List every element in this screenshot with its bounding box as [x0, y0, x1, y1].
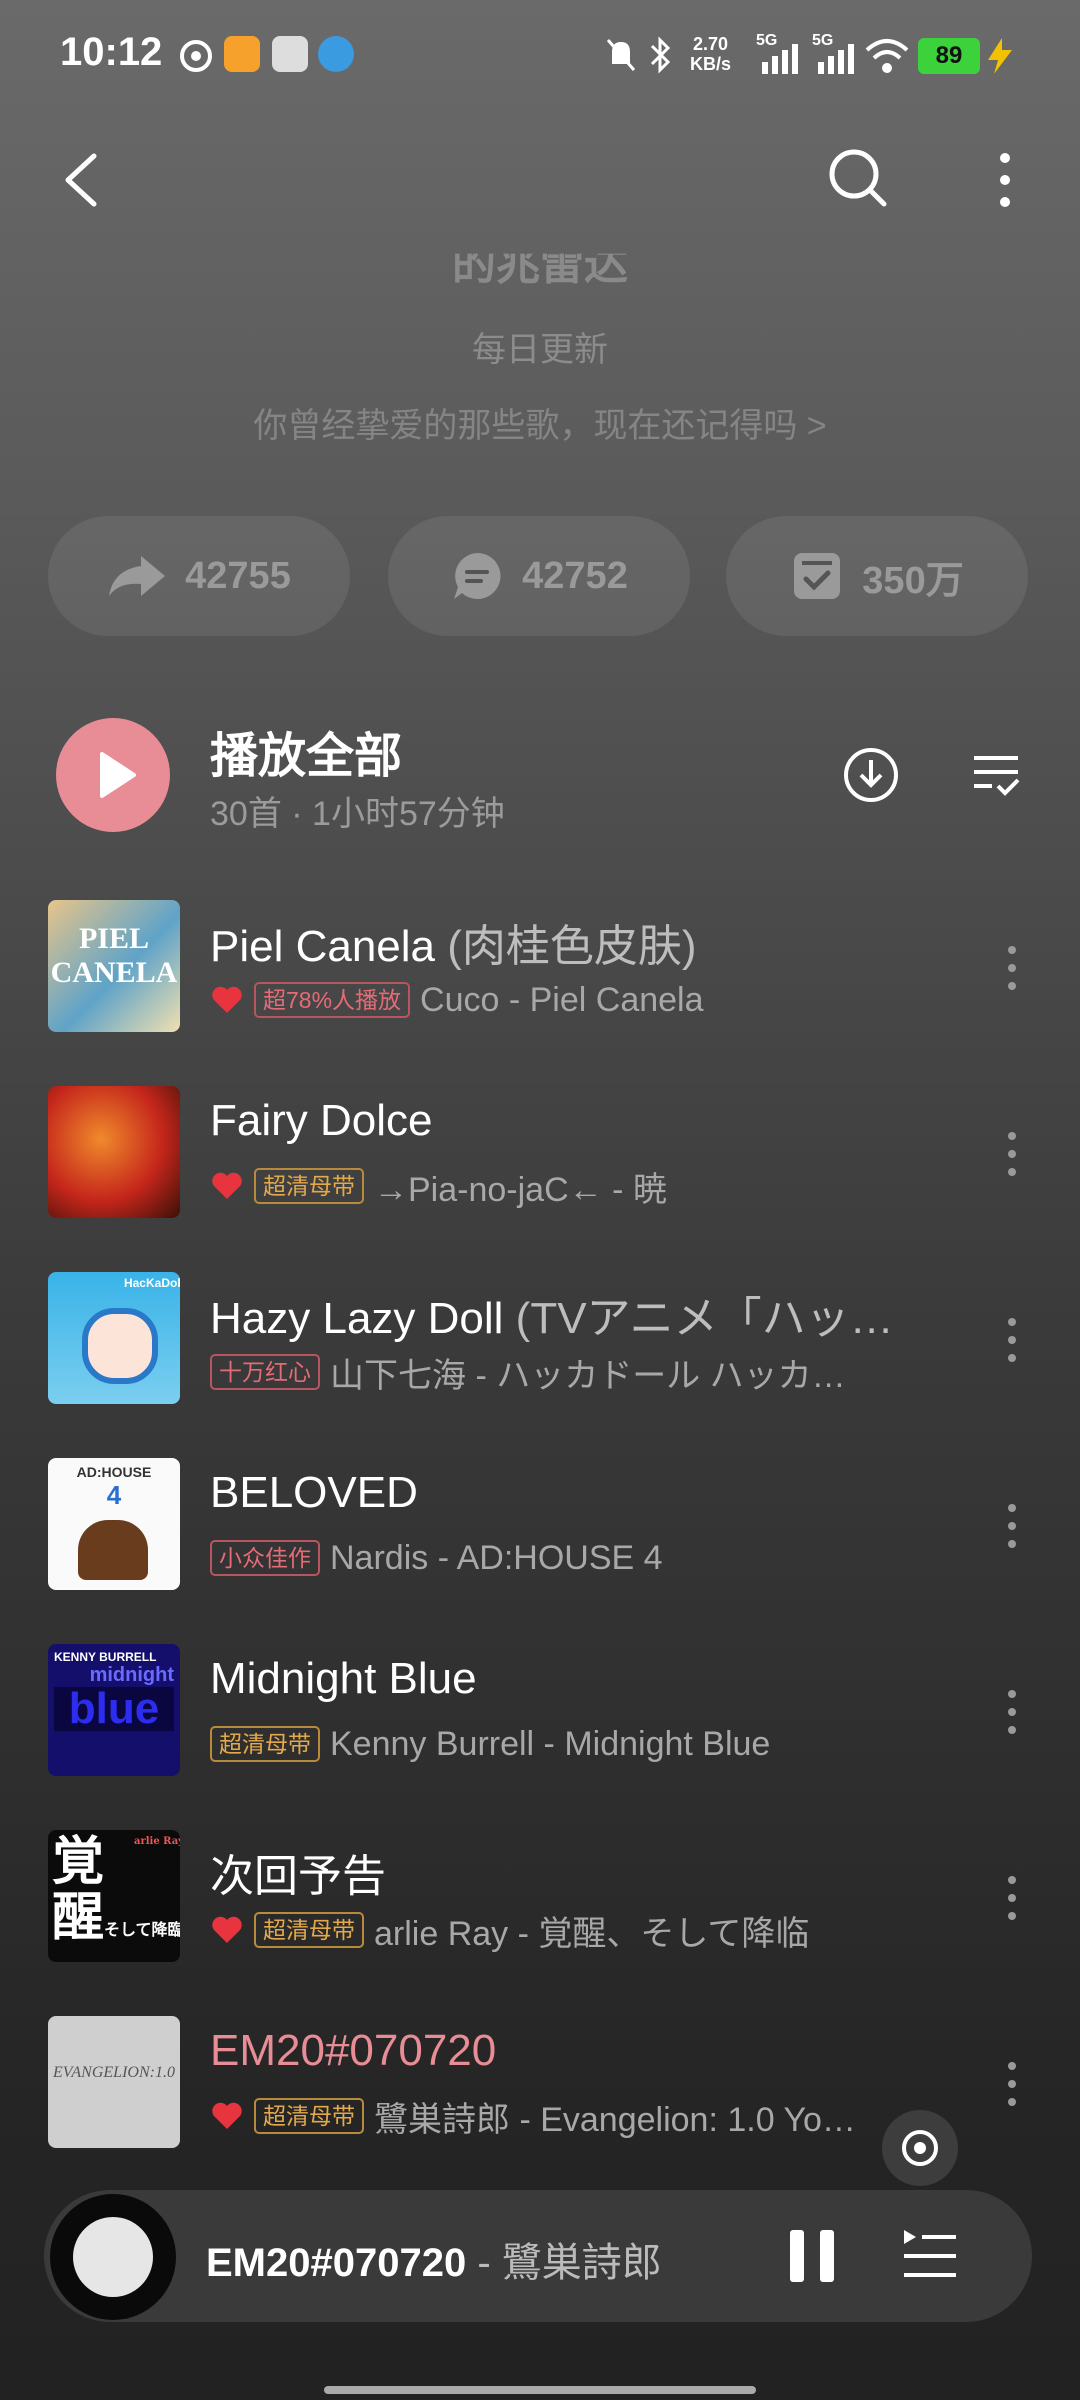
play-all-label[interactable]: 播放全部: [210, 716, 402, 786]
song-artist-album: Kenny Burrell - Midnight Blue: [330, 1724, 771, 1763]
mini-player-track[interactable]: EM20#070720 - 鷺巣詩郎: [206, 2230, 662, 2288]
app-notification-icon-2: [318, 36, 354, 72]
song-title: Midnight Blue: [210, 1654, 477, 1703]
song-artist-album: 鷺巣詩郎 - Evangelion: 1.0 Yo…: [374, 2100, 856, 2139]
song-more-icon[interactable]: [1000, 1310, 1024, 1370]
mini-player-cover: [73, 2217, 153, 2297]
quality-badge: 小众佳作: [210, 1540, 320, 1576]
play-all-meta: 30首 · 1小时57分钟: [210, 795, 505, 833]
song-title: 次回予告: [210, 1852, 386, 1901]
song-title: Fairy Dolce: [210, 1096, 433, 1145]
song-title: Hazy Lazy Doll (TVアニメ「ハッ…: [210, 1294, 894, 1343]
song-more-icon[interactable]: [1000, 1124, 1024, 1184]
song-title: BELOVED: [210, 1468, 418, 1517]
quality-badge: 超清母带: [254, 1168, 364, 1204]
quality-badge: 十万红心: [210, 1354, 320, 1390]
song-artist-album: 山下七海 - ハッカドール ハッカ…: [330, 1356, 846, 1395]
song-artist-album: →Pia-no-jaC← - 暁: [374, 1170, 667, 1209]
wifi-icon: [865, 39, 909, 73]
song-meta: 小众佳作 Nardis - AD:HOUSE 4: [210, 1536, 890, 1580]
back-arrow-icon[interactable]: [56, 150, 106, 210]
playlist-description[interactable]: 你曾经挚爱的那些歌，现在还记得吗 >: [0, 398, 1080, 447]
quality-badge: 超78%人播放: [254, 982, 411, 1018]
song-row[interactable]: 覚醒そして降臨 arlie Ray 次回予告超清母带 arlie Ray - 覚醒、そ…: [0, 1800, 1080, 1986]
song-meta: 超清母带 arlie Ray - 覚醒、そして降临: [210, 1908, 890, 1952]
app-notification-icon: [224, 36, 260, 72]
song-row[interactable]: PIEL CANELA Piel Canela (肉桂色皮肤) 超78%人播放 Cuco…: [0, 870, 1080, 1056]
status-bar: 10:12 2.70 KB/s 5G 5G 89: [0, 0, 1080, 110]
liked-heart-icon: [212, 1916, 242, 1943]
share-icon: [109, 556, 166, 596]
collect-icon: [794, 553, 841, 599]
charging-icon: [988, 38, 1012, 74]
multi-select-icon[interactable]: [970, 750, 1022, 800]
song-cover: AD:HOUSE 4: [48, 1458, 180, 1590]
locate-playing-button[interactable]: [882, 2110, 958, 2186]
song-title: EM20#070720: [210, 2026, 497, 2075]
song-cover: HacKaDoll: [48, 1272, 180, 1404]
liked-heart-icon: [212, 986, 242, 1013]
song-more-icon[interactable]: [1000, 1496, 1024, 1556]
playlist-queue-icon[interactable]: [900, 2226, 960, 2284]
mute-icon: [606, 39, 636, 71]
song-more-icon[interactable]: [1000, 1868, 1024, 1928]
song-cover: 覚醒そして降臨 arlie Ray: [48, 1830, 180, 1962]
song-title: Piel Canela (肉桂色皮肤): [210, 922, 697, 971]
home-indicator[interactable]: [324, 2386, 756, 2394]
song-artist-album: Nardis - AD:HOUSE 4: [330, 1538, 663, 1577]
share-button[interactable]: 42755: [48, 516, 350, 636]
mini-player-title: EM20#070720: [206, 2241, 467, 2285]
song-more-icon[interactable]: [1000, 2054, 1024, 2114]
pause-icon[interactable]: [784, 2228, 840, 2284]
network-speed: 2.70 KB/s: [690, 34, 732, 74]
share-count: 42755: [185, 554, 291, 597]
song-cover: [48, 1086, 180, 1218]
play-icon: [100, 752, 136, 798]
quality-badge: 超清母带: [210, 1726, 320, 1762]
battery-level: 89: [918, 38, 980, 74]
play-all-button[interactable]: [56, 718, 170, 832]
alipay-notification-icon: [272, 36, 308, 72]
song-cover: KENNY BURRELL midnight blue: [48, 1644, 180, 1776]
quality-badge: 超清母带: [254, 1912, 364, 1948]
collect-count: 350万: [862, 559, 964, 602]
song-row[interactable]: AD:HOUSE 4 BELOVED 小众佳作 Nardis - AD:HOUSE 4: [0, 1428, 1080, 1614]
liked-heart-icon: [212, 2102, 242, 2129]
song-artist-album: arlie Ray - 覚醒、そして降临: [374, 1914, 810, 1953]
more-options-icon[interactable]: [990, 150, 1020, 210]
song-row[interactable]: KENNY BURRELL midnight blue Midnight Blue 超清…: [0, 1614, 1080, 1800]
comment-button[interactable]: 42752: [388, 516, 690, 636]
bluetooth-icon: [650, 36, 671, 74]
song-row[interactable]: Fairy Dolce 超清母带 →Pia-no-jaC← - 暁: [0, 1056, 1080, 1242]
comment-icon: [454, 552, 501, 599]
download-icon[interactable]: [842, 746, 900, 804]
signal-label-2: 5G: [812, 32, 834, 49]
song-cover: PIEL CANELA: [48, 900, 180, 1032]
song-meta: 超清母带 →Pia-no-jaC← - 暁: [210, 1164, 890, 1208]
mini-player-disc[interactable]: [50, 2194, 176, 2320]
song-more-icon[interactable]: [1000, 1682, 1024, 1742]
mini-player-artist: - 鷺巣詩郎: [466, 2241, 662, 2285]
collect-button[interactable]: 350万: [726, 516, 1028, 636]
netease-music-icon: [180, 40, 212, 72]
song-meta: 超78%人播放 Cuco - Piel Canela: [210, 978, 890, 1022]
song-more-icon[interactable]: [1000, 938, 1024, 998]
song-cover: EVANGELION:1.0: [48, 2016, 180, 2148]
playlist-subtitle: 每日更新: [472, 331, 608, 369]
target-icon: [902, 2130, 938, 2166]
liked-heart-icon: [212, 1172, 242, 1199]
song-row[interactable]: HacKaDoll Hazy Lazy Doll (TVアニメ「ハッ… 十万红心 山下…: [0, 1242, 1080, 1428]
status-time: 10:12: [60, 30, 163, 74]
song-meta: 十万红心 山下七海 - ハッカドール ハッカ…: [210, 1350, 890, 1394]
song-meta: 超清母带 Kenny Burrell - Midnight Blue: [210, 1722, 890, 1766]
quality-badge: 超清母带: [254, 2098, 364, 2134]
search-icon[interactable]: [826, 146, 890, 210]
comment-count: 42752: [522, 554, 628, 597]
song-artist-album: Cuco - Piel Canela: [420, 980, 704, 1019]
playlist-title: 的兆雷达: [452, 240, 628, 289]
song-meta: 超清母带 鷺巣詩郎 - Evangelion: 1.0 Yo…: [210, 2094, 890, 2138]
signal-label: 5G: [756, 32, 778, 49]
